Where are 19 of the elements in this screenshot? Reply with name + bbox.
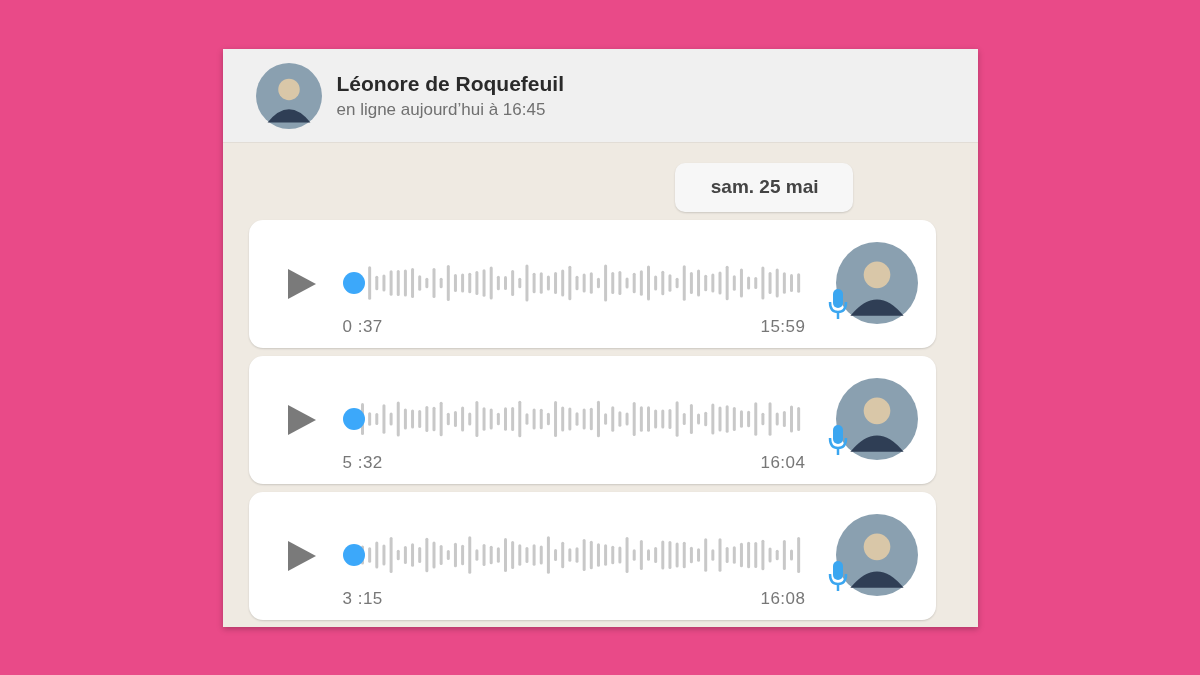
duration-label: 3 :15 bbox=[342, 589, 383, 609]
progress-thumb[interactable] bbox=[342, 272, 365, 294]
microphone-icon bbox=[827, 424, 848, 456]
message-time: 16:08 bbox=[760, 589, 806, 609]
play-icon[interactable] bbox=[287, 541, 316, 571]
avatar bbox=[255, 62, 322, 129]
progress-thumb[interactable] bbox=[342, 408, 365, 430]
progress-thumb[interactable] bbox=[342, 544, 365, 566]
duration-label: 5 :32 bbox=[342, 453, 383, 473]
microphone-icon bbox=[827, 560, 848, 592]
contact-status: en ligne aujourd’hui à 16:45 bbox=[336, 99, 547, 120]
play-icon[interactable] bbox=[287, 269, 316, 299]
contact-name: Léonore de Roquefeuil bbox=[336, 71, 564, 96]
date-separator: sam. 25 mai bbox=[674, 163, 853, 212]
message-time: 15:59 bbox=[760, 317, 806, 337]
duration-label: 0 :37 bbox=[342, 317, 383, 337]
microphone-icon bbox=[827, 288, 848, 320]
message-time: 16:04 bbox=[760, 453, 806, 473]
play-icon[interactable] bbox=[287, 405, 316, 435]
